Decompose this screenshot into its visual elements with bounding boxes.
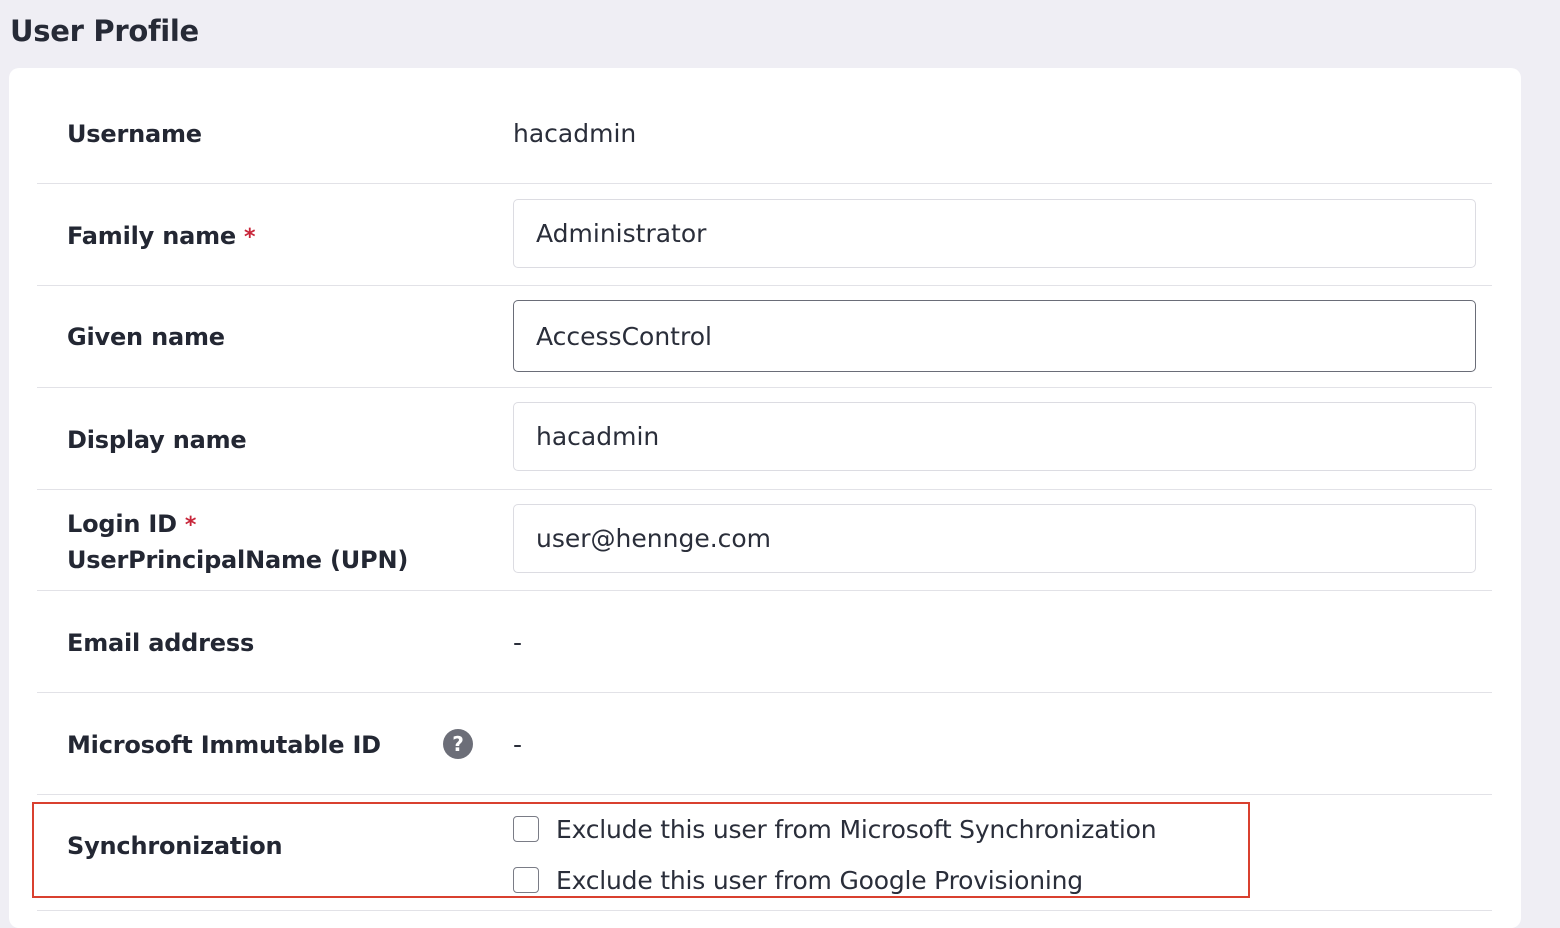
row-family-name: Family name * (37, 184, 1492, 286)
login-id-label: Login ID (67, 510, 177, 538)
google-provisioning-label[interactable]: Exclude this user from Google Provisioni… (556, 866, 1083, 895)
login-id-input[interactable] (513, 504, 1476, 573)
email-address-label: Email address (67, 629, 255, 657)
help-icon[interactable]: ? (443, 729, 473, 759)
row-email-address: Email address - (37, 591, 1492, 693)
microsoft-sync-label[interactable]: Exclude this user from Microsoft Synchro… (556, 815, 1157, 844)
family-name-label-wrap: Family name * (67, 218, 256, 256)
row-given-name: Given name (37, 286, 1492, 388)
row-synchronization: Synchronization Exclude this user from M… (37, 795, 1492, 911)
row-username: Username hacadmin (37, 68, 1492, 184)
microsoft-sync-option[interactable]: Exclude this user from Microsoft Synchro… (513, 812, 1157, 846)
synchronization-label: Synchronization (67, 832, 283, 860)
login-id-sublabel: UserPrincipalName (UPN) (67, 546, 409, 574)
family-name-label: Family name (67, 222, 237, 250)
display-name-input[interactable] (513, 402, 1476, 471)
immutable-id-value: - (513, 730, 523, 759)
required-mark: * (244, 225, 256, 250)
family-name-input[interactable] (513, 199, 1476, 268)
google-provisioning-option[interactable]: Exclude this user from Google Provisioni… (513, 863, 1083, 897)
email-address-value: - (513, 628, 523, 657)
given-name-label: Given name (67, 323, 225, 351)
display-name-label: Display name (67, 426, 247, 454)
page-title: User Profile (10, 14, 199, 48)
username-label: Username (67, 120, 202, 148)
profile-card: Username hacadmin Family name * Given nam… (9, 68, 1521, 928)
google-provisioning-checkbox[interactable] (513, 867, 539, 893)
required-mark: * (184, 513, 197, 538)
given-name-input[interactable] (513, 300, 1476, 372)
login-id-label-wrap: Login ID * (67, 506, 196, 544)
row-immutable-id: Microsoft Immutable ID ? - (37, 693, 1492, 795)
row-login-id: Login ID * UserPrincipalName (UPN) (37, 490, 1492, 591)
immutable-id-label: Microsoft Immutable ID (67, 731, 381, 759)
username-value: hacadmin (513, 119, 637, 148)
row-display-name: Display name (37, 388, 1492, 490)
microsoft-sync-checkbox[interactable] (513, 816, 539, 842)
